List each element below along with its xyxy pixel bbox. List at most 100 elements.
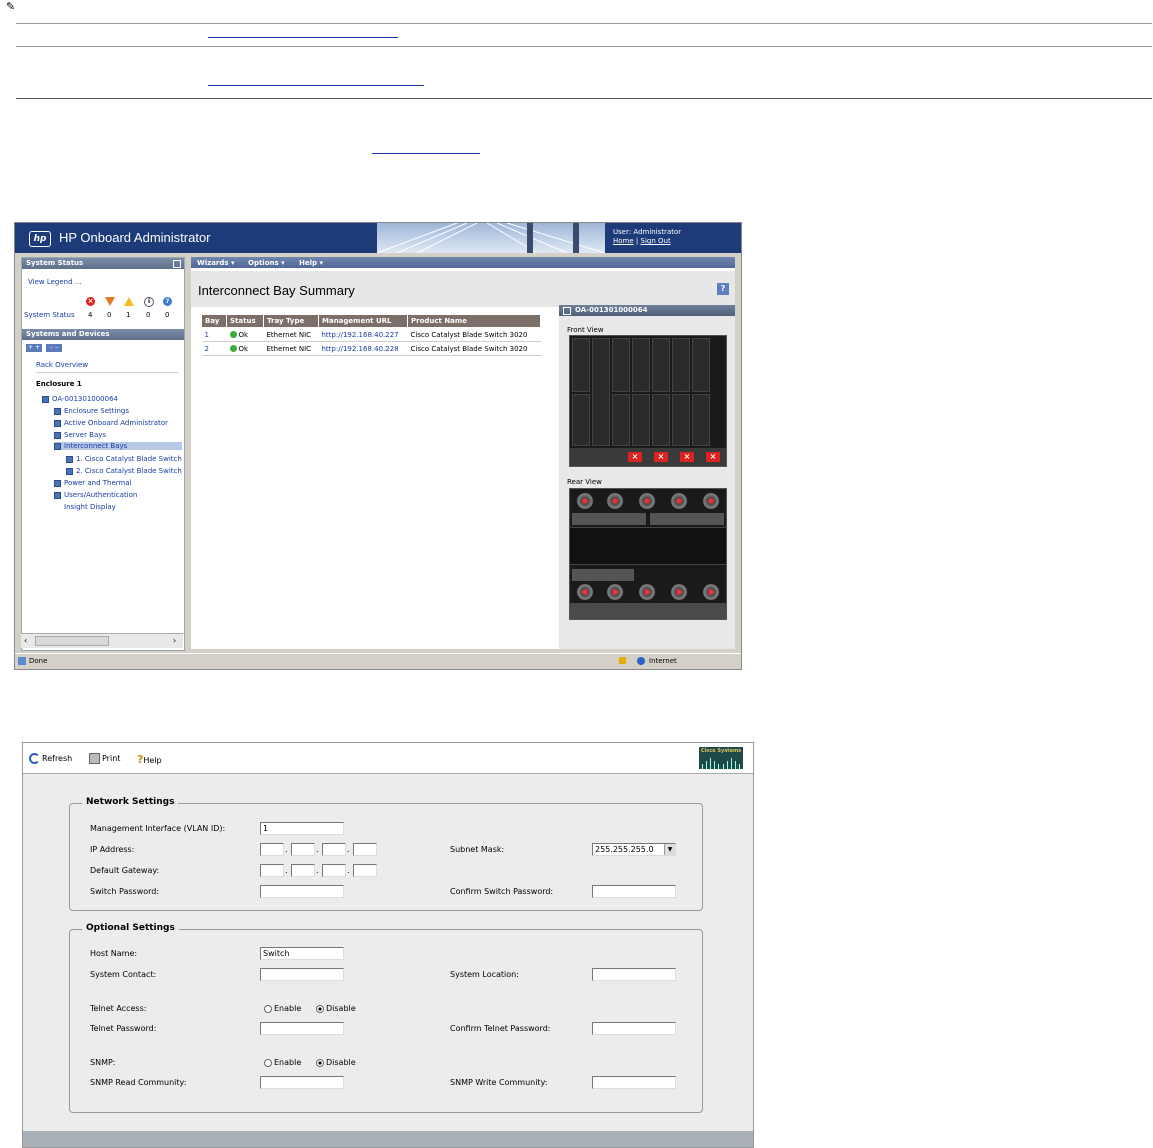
- menu-wizards[interactable]: Wizards ▾: [197, 259, 235, 267]
- insight-display-link[interactable]: Insight Display: [64, 503, 116, 511]
- expand-all-button[interactable]: + +: [26, 344, 42, 352]
- fan-icon[interactable]: [702, 583, 720, 601]
- fan-icon[interactable]: [670, 492, 688, 510]
- system-location-input[interactable]: [592, 968, 676, 981]
- gw-octet-3-input[interactable]: [322, 864, 346, 877]
- telnet-disable-radio[interactable]: Disable: [316, 1004, 356, 1013]
- home-link[interactable]: Home: [613, 237, 634, 245]
- gw-octet-4-input[interactable]: [353, 864, 377, 877]
- mgmt-interface-input[interactable]: 1: [260, 822, 344, 835]
- server-blade-slot[interactable]: [612, 394, 630, 446]
- server-blade-slot[interactable]: [572, 338, 590, 392]
- snmp-disable-radio[interactable]: Disable: [316, 1058, 356, 1067]
- rear-view-image[interactable]: [569, 488, 727, 620]
- fan-icon[interactable]: [576, 492, 594, 510]
- view-legend-link[interactable]: View Legend ...: [28, 278, 81, 286]
- tree-toggle-icon[interactable]: [54, 419, 61, 427]
- radio-selected-icon[interactable]: [316, 1058, 324, 1067]
- tree-item-server-bays[interactable]: Server Bays: [54, 431, 106, 439]
- ip-octet-1-input[interactable]: [260, 843, 284, 856]
- tree-toggle-icon[interactable]: [42, 395, 49, 403]
- server-blade-slot[interactable]: [672, 394, 690, 446]
- fan-icon[interactable]: [606, 583, 624, 601]
- tree-item-users-auth[interactable]: Users/Authentication: [54, 491, 137, 499]
- interconnect-switch-2[interactable]: [650, 513, 724, 525]
- ip-octet-3-input[interactable]: [322, 843, 346, 856]
- server-blade-slot[interactable]: [692, 338, 710, 392]
- help-button[interactable]: ?: [717, 283, 729, 295]
- tree-item-interconnect-bays[interactable]: Interconnect Bays: [54, 442, 182, 450]
- onboard-admin-module[interactable]: [572, 569, 634, 581]
- mgmt-url-link[interactable]: http://192.168.40.227: [318, 327, 408, 342]
- menu-help[interactable]: Help ▾: [299, 259, 323, 267]
- tree-toggle-icon[interactable]: [54, 431, 61, 439]
- server-blade-slot[interactable]: [612, 338, 630, 392]
- scroll-left-icon[interactable]: ‹: [24, 636, 27, 645]
- server-blade-slot[interactable]: [592, 338, 610, 446]
- collapse-all-button[interactable]: – –: [46, 344, 62, 352]
- telnet-password-input[interactable]: [260, 1022, 344, 1035]
- bay-cell[interactable]: 2: [201, 341, 227, 356]
- fan-icon[interactable]: [638, 492, 656, 510]
- snmp-enable-radio[interactable]: Enable: [264, 1058, 301, 1067]
- tree-item-active-oa[interactable]: Active Onboard Administrator: [54, 419, 168, 427]
- collapse-icon[interactable]: [173, 260, 181, 268]
- failed-power-icon[interactable]: ×: [654, 452, 668, 462]
- server-blade-slot[interactable]: [672, 338, 690, 392]
- radio-icon[interactable]: [264, 1058, 272, 1067]
- server-blade-slot[interactable]: [652, 338, 670, 392]
- scroll-right-icon[interactable]: ›: [173, 636, 176, 645]
- refresh-button[interactable]: Refresh: [29, 753, 72, 764]
- failed-power-icon[interactable]: ×: [628, 452, 642, 462]
- bay-cell[interactable]: 1: [201, 327, 227, 342]
- failed-power-icon[interactable]: ×: [706, 452, 720, 462]
- front-view-image[interactable]: × × × ×: [569, 335, 727, 467]
- server-blade-slot[interactable]: [572, 394, 590, 446]
- fan-icon[interactable]: [702, 492, 720, 510]
- tree-toggle-icon[interactable]: [54, 442, 61, 450]
- tree-item-switch-1[interactable]: 1. Cisco Catalyst Blade Switch: [66, 455, 182, 463]
- tree-toggle-icon[interactable]: [66, 467, 73, 475]
- sign-out-link[interactable]: Sign Out: [641, 237, 671, 245]
- doc-link-2[interactable]: [208, 85, 424, 86]
- rack-overview-link[interactable]: Rack Overview: [36, 361, 88, 369]
- fan-icon[interactable]: [670, 583, 688, 601]
- server-blade-slot[interactable]: [652, 394, 670, 446]
- server-blade-slot[interactable]: [692, 394, 710, 446]
- doc-link-3[interactable]: [372, 153, 480, 154]
- fan-icon[interactable]: [638, 583, 656, 601]
- chevron-down-icon[interactable]: ▼: [664, 844, 675, 855]
- menu-options[interactable]: Options ▾: [248, 259, 285, 267]
- scroll-thumb[interactable]: [35, 636, 109, 646]
- server-blade-slot[interactable]: [632, 338, 650, 392]
- snmp-write-community-input[interactable]: [592, 1076, 676, 1089]
- switch-password-input[interactable]: [260, 885, 344, 898]
- confirm-telnet-password-input[interactable]: [592, 1022, 676, 1035]
- tree-toggle-icon[interactable]: [54, 479, 61, 487]
- confirm-switch-password-input[interactable]: [592, 885, 676, 898]
- radio-selected-icon[interactable]: [316, 1004, 324, 1013]
- tree-item-switch-2[interactable]: 2. Cisco Catalyst Blade Switch: [66, 467, 182, 475]
- doc-link-1[interactable]: [208, 37, 398, 38]
- collapse-icon[interactable]: [563, 307, 571, 315]
- gw-octet-1-input[interactable]: [260, 864, 284, 877]
- system-contact-input[interactable]: [260, 968, 344, 981]
- host-name-input[interactable]: Switch: [260, 947, 344, 960]
- help-button[interactable]: ?Help: [137, 753, 162, 766]
- server-blade-slot[interactable]: [632, 394, 650, 446]
- gw-octet-2-input[interactable]: [291, 864, 315, 877]
- tree-item-power-thermal[interactable]: Power and Thermal: [54, 479, 132, 487]
- interconnect-switch-1[interactable]: [572, 513, 646, 525]
- tree-item-enclosure[interactable]: OA-001301000064: [42, 395, 118, 403]
- tree-toggle-icon[interactable]: [66, 455, 73, 463]
- print-button[interactable]: Print: [89, 753, 120, 764]
- subnet-mask-select[interactable]: 255.255.255.0 ▼: [592, 843, 676, 856]
- ip-octet-2-input[interactable]: [291, 843, 315, 856]
- ip-octet-4-input[interactable]: [353, 843, 377, 856]
- fan-icon[interactable]: [576, 583, 594, 601]
- fan-icon[interactable]: [606, 492, 624, 510]
- telnet-enable-radio[interactable]: Enable: [264, 1004, 301, 1013]
- radio-icon[interactable]: [264, 1004, 272, 1013]
- failed-power-icon[interactable]: ×: [680, 452, 694, 462]
- horizontal-scrollbar[interactable]: ‹ ›: [21, 633, 183, 648]
